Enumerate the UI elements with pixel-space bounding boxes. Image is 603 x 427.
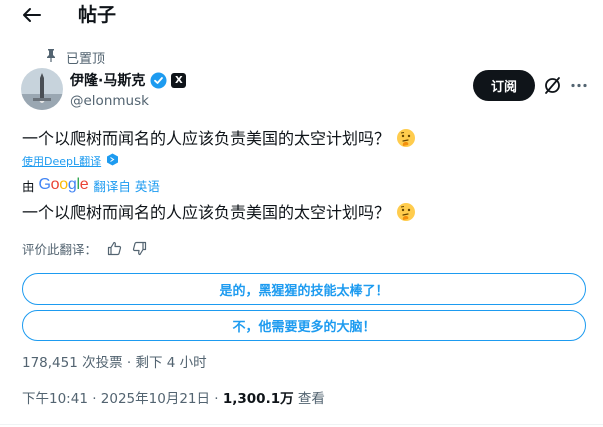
verified-icon[interactable] — [150, 72, 167, 89]
google-translate-attribution: 由 Google 翻译自 英语 — [22, 176, 160, 194]
pinned-indicator: 已置顶 — [46, 48, 106, 67]
pinned-label: 已置顶 — [66, 51, 106, 67]
thinking-face-emoji — [396, 202, 416, 228]
poll-time-remaining: 剩下 4 小时 — [135, 355, 207, 371]
grok-icon[interactable] — [543, 76, 562, 95]
x-logo-icon[interactable]: X — [171, 72, 187, 88]
avatar[interactable] — [21, 68, 63, 110]
poll-vote-count: 178,451 次投票 — [22, 355, 123, 371]
poll-separator: · — [126, 355, 132, 371]
post-timestamp-row: 下午10:41 · 2025年10月21日 · 1,300.1万 查看 — [22, 390, 325, 408]
post-text: 一个以爬树而闻名的人应该负责美国的太空计划吗？ — [22, 128, 416, 154]
divider — [0, 424, 603, 425]
thinking-face-emoji — [396, 128, 416, 154]
page-header: 帖子 — [0, 0, 603, 34]
post-timestamp[interactable]: 下午10:41 · 2025年10月21日 · — [22, 391, 223, 407]
author-name[interactable]: 伊隆·马斯克 — [70, 70, 145, 90]
post-text-content: 一个以爬树而闻名的人应该负责美国的太空计划吗？ — [22, 129, 391, 148]
back-arrow-icon[interactable] — [20, 4, 46, 26]
thumbs-up-icon[interactable] — [107, 241, 122, 256]
poll-option-no[interactable]: 不，他需要更多的大脑！ — [22, 310, 586, 341]
page-title: 帖子 — [78, 4, 117, 26]
poll-meta: 178,451 次投票 · 剩下 4 小时 — [22, 354, 207, 372]
rate-translation: 评价此翻译： — [22, 238, 147, 258]
rate-label: 评价此翻译： — [22, 241, 98, 257]
google-logo: Google — [38, 176, 89, 193]
google-by-label: 由 — [22, 178, 35, 194]
views-count: 1,300.1万 — [222, 391, 294, 407]
author-row: 伊隆·马斯克 X — [70, 70, 187, 90]
translated-text: 一个以爬树而闻名的人应该负责美国的太空计划吗？ — [22, 202, 416, 228]
deepl-link-text[interactable]: 使用DeepL翻译 — [22, 153, 101, 169]
deepl-translate-link[interactable]: 使用DeepL翻译 — [22, 153, 119, 169]
pin-icon — [46, 48, 56, 66]
thumbs-down-icon[interactable] — [132, 241, 147, 256]
author-handle[interactable]: @elonmusk — [70, 92, 149, 110]
translated-text-content: 一个以爬树而闻名的人应该负责美国的太空计划吗？ — [22, 203, 391, 222]
more-icon[interactable] — [570, 76, 588, 95]
deepl-icon — [106, 153, 119, 169]
translated-from-label[interactable]: 翻译自 英语 — [93, 176, 159, 195]
subscribe-button[interactable]: 订阅 — [473, 70, 535, 101]
views-label: 查看 — [297, 391, 325, 407]
poll-option-yes[interactable]: 是的，黑猩猩的技能太棒了！ — [22, 273, 586, 305]
